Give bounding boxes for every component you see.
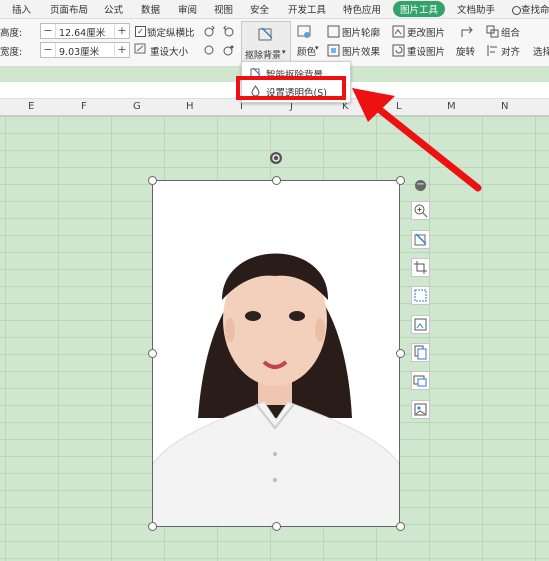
rotate-handle-icon[interactable] [270,152,282,164]
resize-handle-br[interactable] [396,522,405,531]
outline-button[interactable]: 图片轮廓 [342,25,380,39]
crop-icon [414,261,427,274]
picture-icon [414,318,427,331]
chevron-down-icon: ▾ [315,44,319,52]
width-label: 宽度: [0,47,23,58]
effects-icon [327,44,340,57]
reset-picture-icon [392,44,405,57]
reset-size-button[interactable]: 重设大小 [150,44,188,58]
reset-size-icon [134,42,147,55]
width-value[interactable]: 9.03厘米 [59,44,99,58]
resize-handle-l[interactable] [148,349,157,358]
side-effects-button[interactable] [411,286,430,305]
align-icon [486,44,499,57]
height-decrease-button[interactable]: − [41,24,56,38]
column-header[interactable]: G [133,101,141,112]
side-copy-button[interactable] [411,343,430,362]
search-icon [512,6,521,15]
column-header[interactable]: H [186,101,194,112]
side-remove-bg-button[interactable] [411,230,430,249]
column-header[interactable]: E [28,101,34,112]
remove-background-label: 抠除背景 [245,51,282,61]
width-decrease-button[interactable]: − [41,43,56,57]
remove-background-icon [258,26,274,45]
color-button[interactable]: 颜色 [297,44,316,58]
rotate-left-icon[interactable] [203,25,216,38]
group-icon [486,25,499,38]
find-label: 查找命 [521,5,549,16]
frame-icon [414,289,427,302]
resize-handle-r[interactable] [396,349,405,358]
remove-background-button[interactable]: 抠除背景 ▾ [241,21,291,65]
copy-icon [414,345,427,360]
tab-picture-tools[interactable]: 图片工具 [393,1,446,17]
tab-special[interactable]: 特色应用 [343,2,381,16]
remove-background-icon [414,233,427,246]
ribbon-tabs: 插入 页面布局 公式 数据 审阅 视图 安全 开发工具 特色应用 图片工具 文档… [0,0,549,19]
highlight-box [236,76,346,100]
height-increase-button[interactable]: + [114,24,129,38]
side-layer-button[interactable] [411,371,430,390]
rotate-right-icon[interactable] [222,25,235,38]
color-picture-icon [297,25,311,39]
tab-doc-assistant[interactable]: 文档助手 [457,2,495,16]
resize-handle-tl[interactable] [148,176,157,185]
selection-frame [152,180,400,527]
reset-picture-button[interactable]: 重设图片 [407,44,445,58]
select-button[interactable]: 选择 [533,44,549,58]
tab-page-layout[interactable]: 页面布局 [50,2,88,16]
chevron-down-icon: ▾ [282,48,286,56]
group-button[interactable]: 组合 [501,25,520,39]
height-label: 高度: [0,28,23,39]
tab-security[interactable]: 安全 [250,2,269,16]
resize-handle-tr[interactable] [396,176,405,185]
change-picture-button[interactable]: 更改图片 [407,25,445,39]
side-picture-button[interactable] [411,400,430,419]
tab-find[interactable]: 查找命 [512,2,549,16]
image-icon [414,403,427,416]
tab-view[interactable]: 视图 [214,2,233,16]
align-button[interactable]: 对齐 [501,44,520,58]
rotate-icon [459,24,475,40]
height-value[interactable]: 12.64厘米 [59,25,105,39]
lock-ratio-checkbox[interactable]: ✓ [135,26,146,37]
compress-icon[interactable] [203,44,216,57]
tab-developer[interactable]: 开发工具 [288,2,326,16]
layer-icon [413,375,427,387]
rotate-button[interactable]: 旋转 [456,44,475,58]
crop-shape-icon[interactable] [222,44,235,57]
resize-handle-b[interactable] [272,522,281,531]
column-header[interactable]: N [501,101,508,112]
tab-data[interactable]: 数据 [141,2,160,16]
side-change-button[interactable] [411,315,430,334]
height-spinner[interactable]: − 12.64厘米 + [40,23,130,39]
zoom-button[interactable] [411,201,430,220]
resize-handle-t[interactable] [272,176,281,185]
zoom-icon [414,204,428,218]
lock-ratio-label[interactable]: 锁定纵横比 [147,25,195,39]
tab-formula[interactable]: 公式 [104,2,123,16]
resize-handle-bl[interactable] [148,522,157,531]
change-picture-icon [392,25,405,38]
collapse-icon[interactable]: − [415,180,426,191]
width-increase-button[interactable]: + [114,43,129,57]
effects-button[interactable]: 图片效果 [342,44,380,58]
outline-icon [327,25,340,38]
crop-button[interactable] [411,258,430,277]
column-header[interactable]: F [81,101,87,112]
tab-review[interactable]: 审阅 [178,2,197,16]
tab-insert[interactable]: 插入 [12,2,31,16]
width-spinner[interactable]: − 9.03厘米 + [40,42,130,58]
